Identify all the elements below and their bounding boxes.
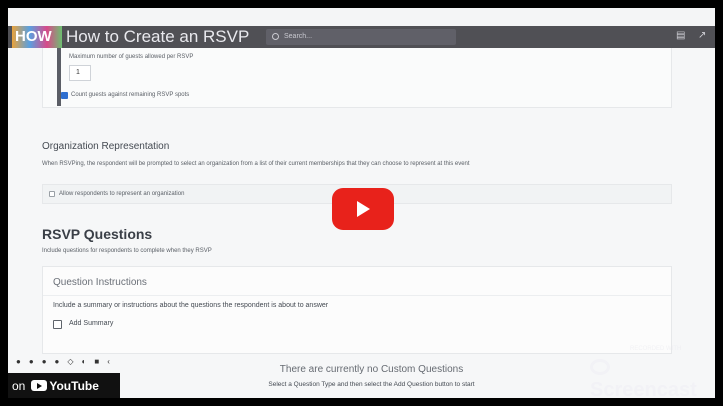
search-input[interactable]: Search... — [266, 29, 456, 45]
divider — [43, 295, 671, 296]
search-icon — [272, 33, 279, 40]
video-top-bar: HOW How to Create an RSVP Search... ▤ ↗ — [8, 26, 715, 48]
play-icon — [357, 201, 370, 217]
allow-organization-checkbox[interactable] — [49, 191, 55, 197]
toolbar-tool-icon[interactable]: ◇ — [67, 357, 73, 366]
search-placeholder: Search... — [284, 33, 313, 40]
toolbar-tool-icon[interactable]: ● — [55, 357, 60, 366]
add-summary-checkbox[interactable] — [53, 320, 62, 329]
youtube-label: YouTube — [49, 378, 99, 393]
share-icon[interactable]: ↗ — [698, 30, 708, 42]
screencast-watermark: Screencast — [590, 356, 715, 398]
count-guests-checkbox[interactable] — [61, 92, 68, 99]
organization-description: When RSVPing, the respondent will be pro… — [42, 161, 470, 167]
question-type-toolbar: ● ● ● ● ◇ ◐ ■ ‹ — [8, 353, 198, 369]
youtube-logo-icon — [31, 380, 48, 391]
video-title[interactable]: How to Create an RSVP — [66, 27, 249, 47]
screencast-logo-icon — [590, 359, 610, 375]
calendar-icon[interactable]: ▤ — [676, 30, 686, 42]
toolbar-tool-icon[interactable]: ● — [29, 357, 34, 366]
toolbar-tool-icon[interactable]: ◐ — [82, 357, 87, 366]
play-button[interactable] — [332, 188, 394, 230]
toolbar-tool-icon[interactable]: ● — [42, 357, 47, 366]
allow-organization-label: Allow respondents to represent an organi… — [59, 191, 185, 197]
question-instructions-title: Question Instructions — [53, 277, 147, 288]
channel-logo[interactable]: HOW — [12, 26, 62, 48]
watch-on-text: on — [12, 378, 26, 393]
question-instructions-panel: Question Instructions Include a summary … — [42, 266, 672, 354]
toolbar-tool-icon[interactable]: ■ — [94, 357, 99, 366]
watch-on-youtube-badge[interactable]: on YouTube — [8, 373, 120, 398]
max-guests-input[interactable]: 1 — [69, 65, 91, 81]
max-guests-label: Maximum number of guests allowed per RSV… — [69, 54, 194, 60]
count-guests-label: Count guests against remaining RSVP spot… — [71, 92, 190, 98]
watermark-text: Screencast — [590, 379, 697, 398]
add-summary-label: Add Summary — [69, 320, 114, 327]
question-instructions-description: Include a summary or instructions about … — [53, 302, 329, 309]
watermark-caption: RECORDED WITH — [630, 346, 682, 352]
rsvp-questions-description: Include questions for respondents to com… — [42, 248, 212, 254]
toolbar-tool-icon[interactable]: ● — [16, 357, 21, 366]
rsvp-questions-heading: RSVP Questions — [42, 226, 153, 242]
organization-heading: Organization Representation — [42, 141, 170, 152]
video-frame[interactable]: HOW How to Create an RSVP Search... ▤ ↗ … — [8, 8, 715, 398]
toolbar-tool-icon[interactable]: ‹ — [107, 357, 110, 366]
guests-settings-panel: Maximum number of guests allowed per RSV… — [42, 48, 672, 108]
